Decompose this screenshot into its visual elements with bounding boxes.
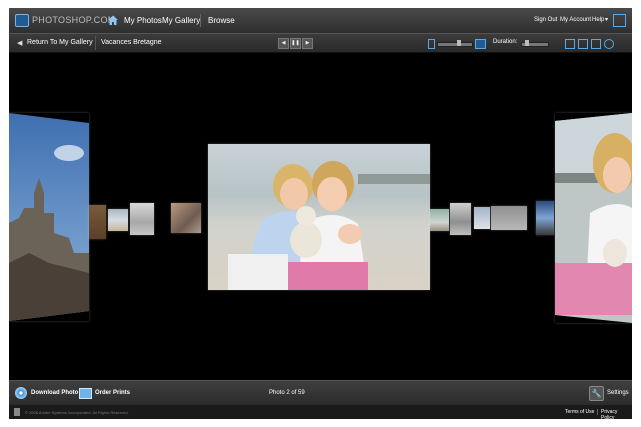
thumb-6[interactable] (450, 203, 471, 235)
order-prints-icon[interactable] (79, 388, 92, 399)
pause-icon: ❚❚ (291, 40, 300, 46)
nav-my-gallery[interactable]: My Gallery (162, 16, 200, 25)
pause-button[interactable]: ❚❚ (290, 38, 301, 49)
small-thumb-icon[interactable] (428, 39, 435, 49)
footer: © 2008 Adobe Systems Incorporated. All R… (9, 405, 632, 419)
thumb-1[interactable] (89, 205, 106, 239)
thumb-8[interactable] (491, 206, 527, 230)
slideshow-toolbar: ◀ Return To My Gallery Vacances Bretagne… (9, 34, 632, 53)
flow-view-icon[interactable] (578, 39, 588, 49)
footer-divider (597, 409, 598, 415)
adobe-logo-icon (14, 408, 20, 416)
nav-browse[interactable]: Browse (208, 16, 235, 25)
top-bar: PHOTOSHOP.COM My Photos My Gallery Brows… (9, 8, 632, 34)
download-photo-button[interactable]: Download Photo (31, 390, 78, 396)
sign-out-link[interactable]: Sign Out (534, 17, 557, 23)
grid-view-icon[interactable] (565, 39, 575, 49)
photo-counter: Photo 2 of 59 (269, 390, 305, 396)
return-to-gallery-link[interactable]: Return To My Gallery (27, 39, 93, 46)
photo-main[interactable] (208, 144, 430, 290)
my-account-link[interactable]: My Account (560, 17, 591, 23)
previous-icon: ◀ (281, 40, 286, 46)
settings-label[interactable]: Settings (607, 390, 629, 396)
gear-icon[interactable] (604, 39, 614, 49)
fullscreen-icon[interactable] (613, 14, 626, 27)
settings-button[interactable]: 🔧 (589, 386, 604, 401)
thumb-2[interactable] (108, 209, 128, 231)
copyright-text: © 2008 Adobe Systems Incorporated. All R… (25, 410, 129, 415)
toolbar-divider (95, 36, 96, 50)
thumb-4[interactable] (171, 203, 201, 233)
size-slider-handle[interactable] (457, 40, 461, 46)
photo-stage (9, 53, 632, 380)
wrench-icon: 🔧 (591, 389, 602, 398)
thumb-5[interactable] (430, 209, 449, 231)
photo-girl-right[interactable] (555, 113, 632, 323)
next-icon: ▶ (305, 40, 310, 46)
help-link[interactable]: Help (592, 17, 604, 23)
previous-button[interactable]: ◀ (278, 38, 289, 49)
chevron-down-icon[interactable]: ▾ (605, 16, 608, 23)
next-button[interactable]: ▶ (302, 38, 313, 49)
slide-view-icon[interactable] (591, 39, 601, 49)
back-arrow-icon[interactable]: ◀ (17, 39, 22, 47)
large-thumb-icon[interactable] (475, 39, 486, 49)
duration-label: Duration: (493, 39, 518, 45)
bottom-bar: Download Photo Order Prints Photo 2 of 5… (9, 380, 632, 405)
album-title: Vacances Bretagne (101, 39, 162, 46)
thumb-9[interactable] (536, 201, 554, 235)
order-prints-button[interactable]: Order Prints (95, 390, 130, 396)
thumb-7[interactable] (474, 207, 490, 229)
size-slider[interactable] (437, 42, 473, 47)
duration-slider-handle[interactable] (525, 40, 529, 46)
download-disc-icon[interactable] (15, 387, 27, 399)
terms-link[interactable]: Terms of Use (565, 409, 594, 415)
site-logo-text[interactable]: PHOTOSHOP.COM (32, 15, 116, 25)
slideshow-app: PHOTOSHOP.COM My Photos My Gallery Brows… (9, 8, 632, 419)
photo-church[interactable] (9, 113, 89, 321)
nav-my-photos[interactable]: My Photos (124, 16, 162, 25)
privacy-link[interactable]: Privacy Policy (601, 409, 632, 419)
nav-divider (200, 14, 201, 27)
thumb-3[interactable] (130, 203, 154, 235)
photoshop-logo-icon[interactable] (15, 14, 29, 27)
home-icon[interactable] (107, 14, 119, 26)
